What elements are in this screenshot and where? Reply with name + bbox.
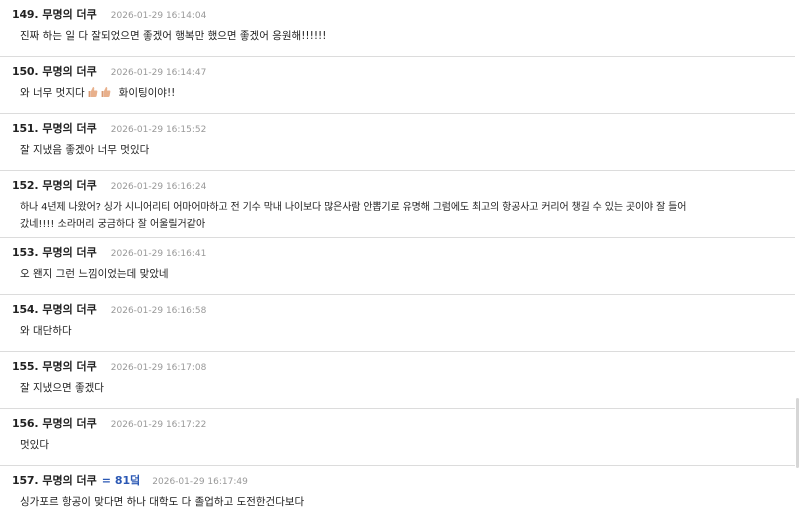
thumbs-up-icon [88,87,98,97]
comment-meta: 156. 무명의 더쿠 2026-01-29 16:17:22 [12,415,206,431]
comment-timestamp: 2026-01-29 16:17:49 [152,477,248,487]
comment-timestamp: 2026-01-29 16:16:58 [110,306,207,316]
comment-meta: 157. 무명의 더쿠 = 81덬 2026-01-29 16:17:49 [12,472,248,488]
comment-timestamp: 2026-01-29 16:16:24 [110,182,207,192]
comment-text-container: 하나 4년제 나왔어? 싱가 시니어리티 어마어마하고 전 기수 막내 나이보다… [20,199,783,233]
comment-author: 무명의 더쿠 [42,474,97,487]
comment-meta: 154. 무명의 더쿠 2026-01-29 16:16:58 [12,301,206,317]
comment-author: 무명의 더쿠 [42,417,97,430]
comment-item: 155. 무명의 더쿠 2026-01-29 16:17:08 잘 지냈으면 좋… [0,352,795,409]
scrollbar[interactable] [795,0,800,512]
comment-timestamp: 2026-01-29 16:14:04 [110,11,207,21]
comment-timestamp: 2026-01-29 16:17:08 [110,363,207,373]
comment-meta: 153. 무명의 더쿠 2026-01-29 16:16:41 [12,244,206,260]
comment-item: 151. 무명의 더쿠 2026-01-29 16:15:52 잘 지냈음 좋겠… [0,114,795,171]
comment-meta: 150. 무명의 더쿠 2026-01-29 16:14:47 [12,63,206,79]
comment-item: 150. 무명의 더쿠 2026-01-29 16:14:47 와 너무 멋지다… [0,57,795,114]
comment-number[interactable]: 149. [12,8,39,21]
author-badge: = 81덬 [101,474,141,487]
thumbs-up-icon [101,87,111,97]
comment-item: 149. 무명의 더쿠 2026-01-29 16:14:04 진짜 하는 일 … [0,0,795,57]
comment-text-container: 와 너무 멋지다 화이팅이야!! [20,85,783,102]
comment-text: 잘 지냈음 좋겠아 너무 멋있다 [20,144,150,156]
comment-meta: 149. 무명의 더쿠 2026-01-29 16:14:04 [12,6,206,22]
comment-text: 와 너무 멋지다 [20,87,85,99]
comment-text: 와 대단하다 [20,325,72,337]
comment-meta: 151. 무명의 더쿠 2026-01-29 16:15:52 [12,120,206,136]
comment-item: 153. 무명의 더쿠 2026-01-29 16:16:41 오 왠지 그런 … [0,238,795,295]
comment-meta: 155. 무명의 더쿠 2026-01-29 16:17:08 [12,358,206,374]
scrollbar-thumb[interactable] [796,398,799,468]
comment-timestamp: 2026-01-29 16:15:52 [110,125,207,135]
comment-text: 진짜 하는 일 다 잘되었으면 좋겠어 행복만 했으면 좋겠어 응원해!!!!!… [20,30,327,42]
comment-text-line: 하나 4년제 나왔어? 싱가 시니어리티 어마어마하고 전 기수 막내 나이보다… [20,202,687,213]
comment-number[interactable]: 156. [12,417,39,430]
comment-author: 무명의 더쿠 [42,179,97,192]
comment-timestamp: 2026-01-29 16:17:22 [110,420,207,430]
comment-item: 152. 무명의 더쿠 2026-01-29 16:16:24 하나 4년제 나… [0,171,795,238]
comment-item: 156. 무명의 더쿠 2026-01-29 16:17:22 멋있다 [0,409,795,466]
comment-author: 무명의 더쿠 [42,8,97,21]
comment-text: 멋있다 [20,439,49,451]
comment-author: 무명의 더쿠 [42,360,97,373]
comment-text: 싱가포르 항공이 맞다면 하나 대학도 다 졸업하고 도전한건다보다 [20,496,305,508]
comment-number[interactable]: 150. [12,65,39,78]
comment-timestamp: 2026-01-29 16:16:41 [110,249,207,259]
comment-timestamp: 2026-01-29 16:14:47 [110,68,207,78]
comment-meta: 152. 무명의 더쿠 2026-01-29 16:16:24 [12,177,206,193]
comment-number[interactable]: 154. [12,303,39,316]
comment-list: 149. 무명의 더쿠 2026-01-29 16:14:04 진짜 하는 일 … [0,0,795,523]
comment-author: 무명의 더쿠 [42,65,97,78]
comment-text: 화이팅이야!! [118,87,176,99]
comment-author: 무명의 더쿠 [42,303,97,316]
comment-item: 154. 무명의 더쿠 2026-01-29 16:16:58 와 대단하다 [0,295,795,352]
comment-author: 무명의 더쿠 [42,246,97,259]
comment-item: 157. 무명의 더쿠 = 81덬 2026-01-29 16:17:49 싱가… [0,466,795,523]
comment-number[interactable]: 152. [12,179,39,192]
comment-text-line: 갔네!!!! 소라머리 궁금하다 잘 어울릴거같아 [20,219,206,230]
comment-number[interactable]: 157. [12,474,39,487]
comment-text: 잘 지냈으면 좋겠다 [20,382,104,394]
comment-text: 오 왠지 그런 느낌이었는데 맞았네 [20,268,169,280]
comment-author: 무명의 더쿠 [42,122,97,135]
comment-number[interactable]: 151. [12,122,39,135]
comment-number[interactable]: 153. [12,246,39,259]
comment-number[interactable]: 155. [12,360,39,373]
